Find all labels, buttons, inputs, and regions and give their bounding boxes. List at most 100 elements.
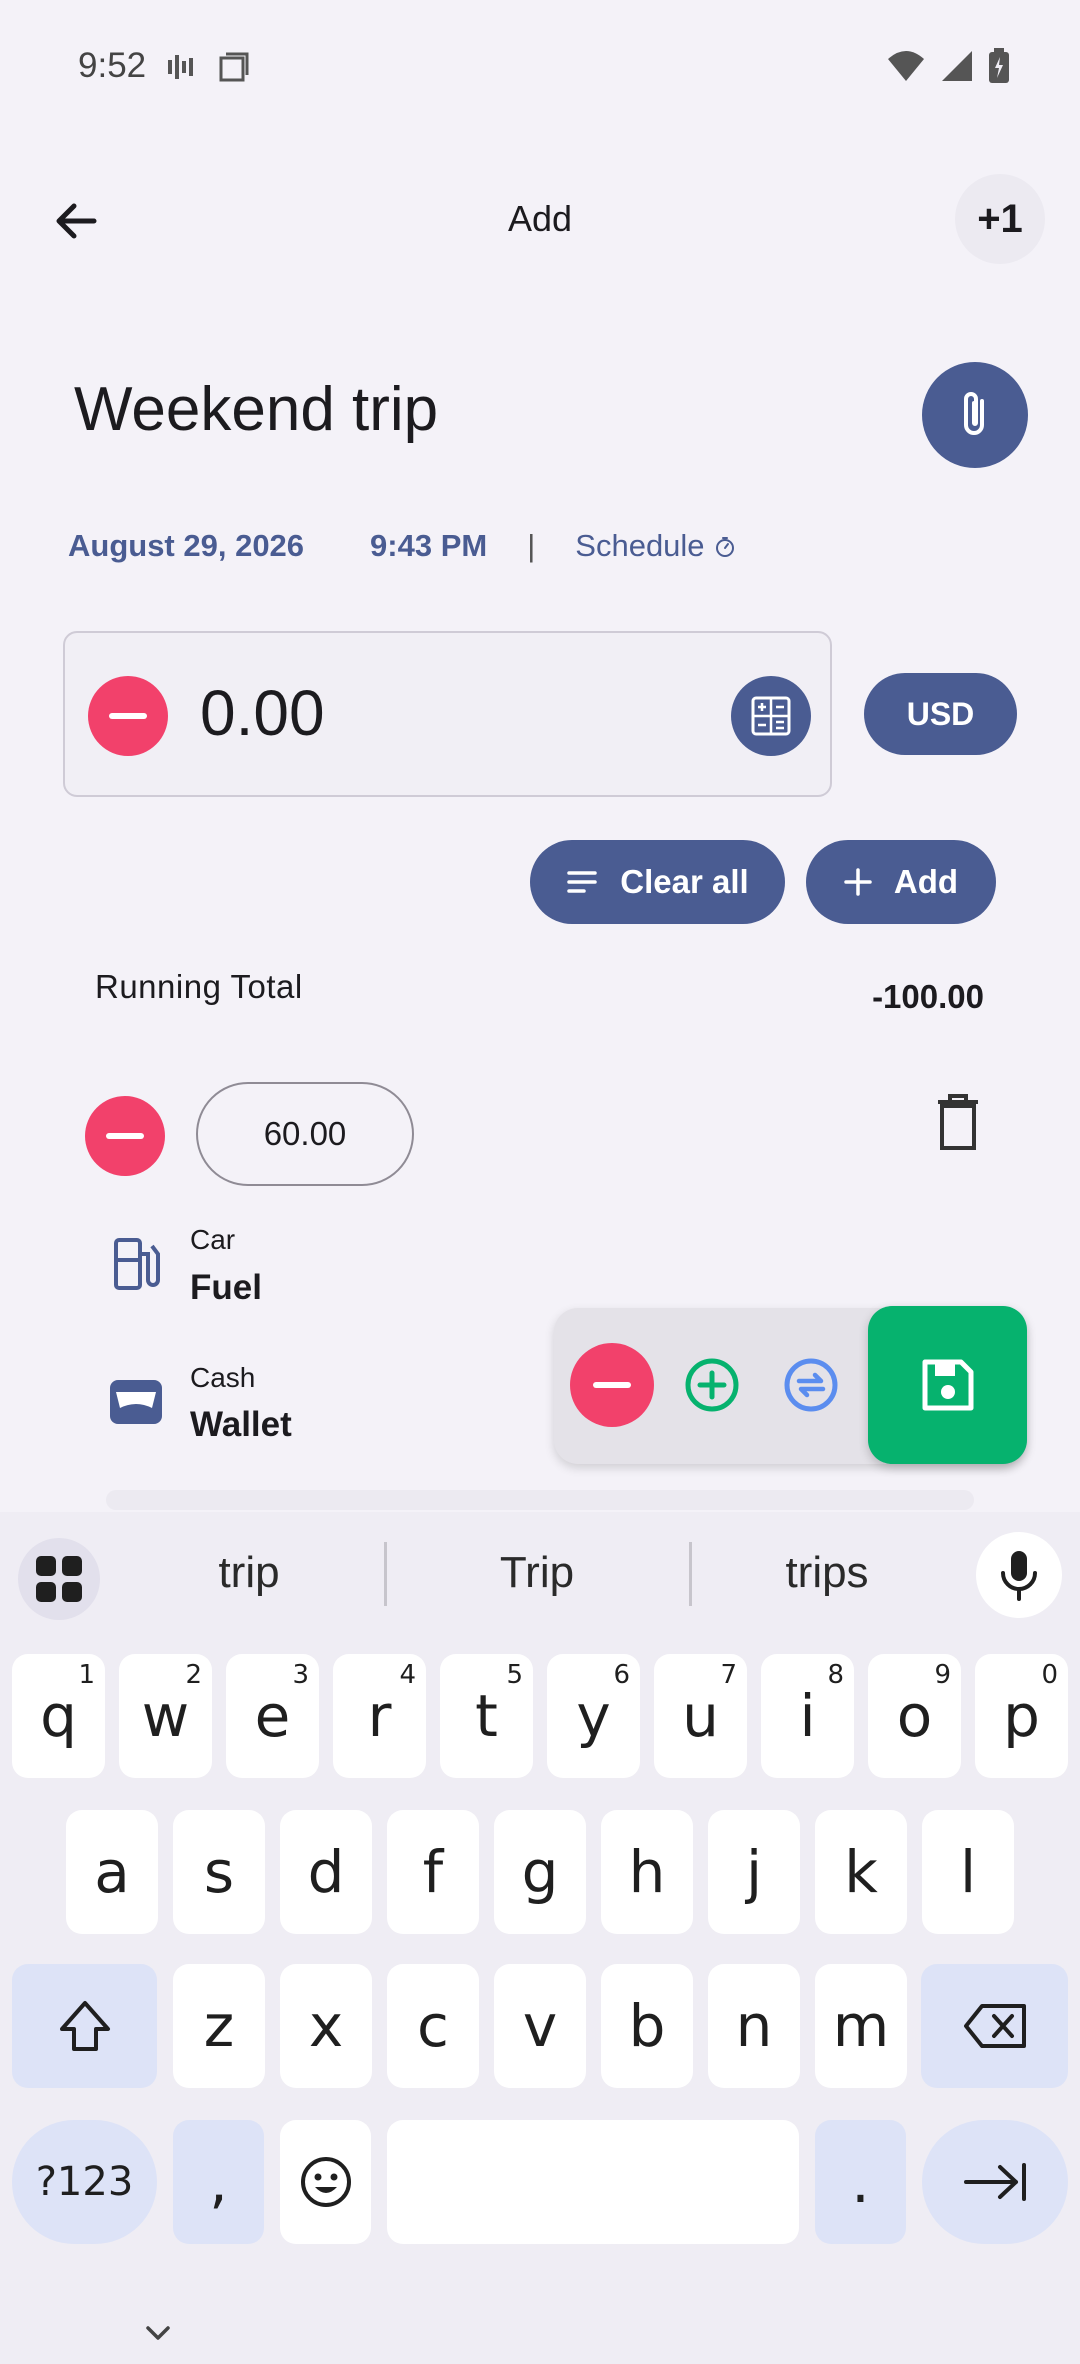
fuel-icon[interactable] bbox=[112, 1236, 164, 1292]
next-key[interactable] bbox=[922, 2120, 1068, 2244]
tab-arrow-icon bbox=[964, 2163, 1026, 2201]
suggestion-2[interactable]: Trip bbox=[392, 1548, 682, 1598]
key-o[interactable]: o9 bbox=[868, 1654, 961, 1778]
running-total-label: Running Total bbox=[95, 968, 303, 1005]
date-time-row: August 29, 2026 9:43 PM | Schedule bbox=[68, 528, 737, 564]
key-q[interactable]: q1 bbox=[12, 1654, 105, 1778]
amount-field[interactable] bbox=[63, 631, 832, 797]
wifi-icon bbox=[888, 51, 924, 81]
key-label: e bbox=[254, 1682, 291, 1750]
voice-input-button[interactable] bbox=[976, 1532, 1062, 1618]
key-hint: 2 bbox=[185, 1660, 202, 1690]
key-label: o bbox=[896, 1682, 933, 1750]
key-label: t bbox=[475, 1682, 498, 1750]
key-b[interactable]: b bbox=[601, 1964, 693, 2088]
date-picker[interactable]: August 29, 2026 bbox=[68, 528, 304, 564]
screenshot-icon bbox=[219, 52, 249, 82]
key-l[interactable]: l bbox=[922, 1810, 1014, 1934]
period-key[interactable]: . bbox=[815, 2120, 906, 2244]
clear-all-button[interactable]: Clear all bbox=[530, 840, 785, 924]
shift-icon bbox=[59, 2001, 110, 2051]
key-g[interactable]: g bbox=[494, 1810, 586, 1934]
paperclip-icon bbox=[964, 392, 984, 435]
next-card-edge bbox=[106, 1490, 974, 1510]
suggestion-3[interactable]: trips bbox=[682, 1548, 972, 1598]
key-d[interactable]: d bbox=[280, 1810, 372, 1934]
add-split-button[interactable]: Add bbox=[806, 840, 996, 924]
key-p[interactable]: p0 bbox=[975, 1654, 1068, 1778]
key-z[interactable]: z bbox=[173, 1964, 265, 2088]
emoji-key[interactable] bbox=[280, 2120, 371, 2244]
key-k[interactable]: k bbox=[815, 1810, 907, 1934]
expense-toggle-button[interactable] bbox=[88, 676, 168, 756]
minus-icon bbox=[593, 1382, 631, 1388]
account-selector[interactable]: Wallet bbox=[190, 1405, 292, 1445]
symbols-key[interactable]: ?123 bbox=[12, 2120, 157, 2244]
income-type-button[interactable] bbox=[684, 1357, 740, 1413]
attach-button[interactable] bbox=[922, 362, 1028, 468]
key-m[interactable]: m bbox=[815, 1964, 907, 2088]
split-amount-field[interactable]: 60.00 bbox=[196, 1082, 414, 1186]
backspace-key[interactable] bbox=[921, 1964, 1068, 2088]
suggestion-1[interactable]: trip bbox=[104, 1548, 394, 1598]
key-n[interactable]: n bbox=[708, 1964, 800, 2088]
key-hint: 6 bbox=[613, 1660, 630, 1690]
chevron-down-icon[interactable] bbox=[138, 2320, 178, 2348]
key-hint: 3 bbox=[292, 1660, 309, 1690]
save-button[interactable] bbox=[868, 1306, 1027, 1464]
key-hint: 0 bbox=[1041, 1660, 1058, 1690]
time-picker[interactable]: 9:43 PM bbox=[370, 528, 487, 564]
key-label: w bbox=[141, 1682, 190, 1750]
key-s[interactable]: s bbox=[173, 1810, 265, 1934]
save-icon bbox=[922, 1359, 973, 1411]
schedule-button[interactable]: Schedule bbox=[575, 528, 737, 564]
key-e[interactable]: e3 bbox=[226, 1654, 319, 1778]
key-hint: 8 bbox=[827, 1660, 844, 1690]
transaction-title-field[interactable]: Weekend trip bbox=[74, 374, 438, 445]
signal-icon bbox=[942, 51, 972, 81]
key-j[interactable]: j bbox=[708, 1810, 800, 1934]
split-expense-toggle[interactable] bbox=[85, 1096, 165, 1176]
expense-type-button[interactable] bbox=[570, 1343, 654, 1427]
timer-icon bbox=[716, 537, 735, 557]
key-v[interactable]: v bbox=[494, 1964, 586, 2088]
key-f[interactable]: f bbox=[387, 1810, 479, 1934]
key-y[interactable]: y6 bbox=[547, 1654, 640, 1778]
category-selector[interactable]: Fuel bbox=[190, 1268, 262, 1308]
key-r[interactable]: r4 bbox=[333, 1654, 426, 1778]
amount-value[interactable]: 0.00 bbox=[200, 676, 325, 750]
space-key[interactable] bbox=[387, 2120, 799, 2244]
currency-button[interactable]: USD bbox=[864, 673, 1017, 755]
key-a[interactable]: a bbox=[66, 1810, 158, 1934]
keyboard-apps-button[interactable] bbox=[18, 1538, 100, 1620]
key-h[interactable]: h bbox=[601, 1810, 693, 1934]
counter-button[interactable]: +1 bbox=[955, 174, 1045, 264]
shift-key[interactable] bbox=[12, 1964, 157, 2088]
transfer-type-button[interactable] bbox=[783, 1357, 839, 1413]
category-group-label: Car bbox=[190, 1224, 236, 1255]
key-hint: 1 bbox=[78, 1660, 95, 1690]
comma-key[interactable]: , bbox=[173, 2120, 264, 2244]
key-t[interactable]: t5 bbox=[440, 1654, 533, 1778]
battery-icon bbox=[989, 48, 1009, 83]
key-i[interactable]: i8 bbox=[761, 1654, 854, 1778]
wallet-icon[interactable] bbox=[108, 1378, 164, 1426]
calculator-icon bbox=[751, 696, 791, 736]
key-hint: 7 bbox=[720, 1660, 737, 1690]
key-label: u bbox=[682, 1682, 719, 1750]
key-u[interactable]: u7 bbox=[654, 1654, 747, 1778]
key-label: q bbox=[40, 1682, 77, 1750]
status-notification-icons bbox=[165, 50, 251, 84]
page-title: Add bbox=[507, 198, 573, 239]
separator: | bbox=[527, 528, 536, 563]
key-label: p bbox=[1003, 1682, 1040, 1750]
delete-split-button[interactable] bbox=[930, 1090, 986, 1154]
key-x[interactable]: x bbox=[280, 1964, 372, 2088]
calculator-button[interactable] bbox=[731, 676, 811, 756]
status-time: 9:52 bbox=[78, 46, 147, 85]
clear-all-label: Clear all bbox=[620, 863, 749, 900]
key-w[interactable]: w2 bbox=[119, 1654, 212, 1778]
key-label: r bbox=[367, 1682, 392, 1750]
key-label: i bbox=[799, 1682, 816, 1750]
key-c[interactable]: c bbox=[387, 1964, 479, 2088]
